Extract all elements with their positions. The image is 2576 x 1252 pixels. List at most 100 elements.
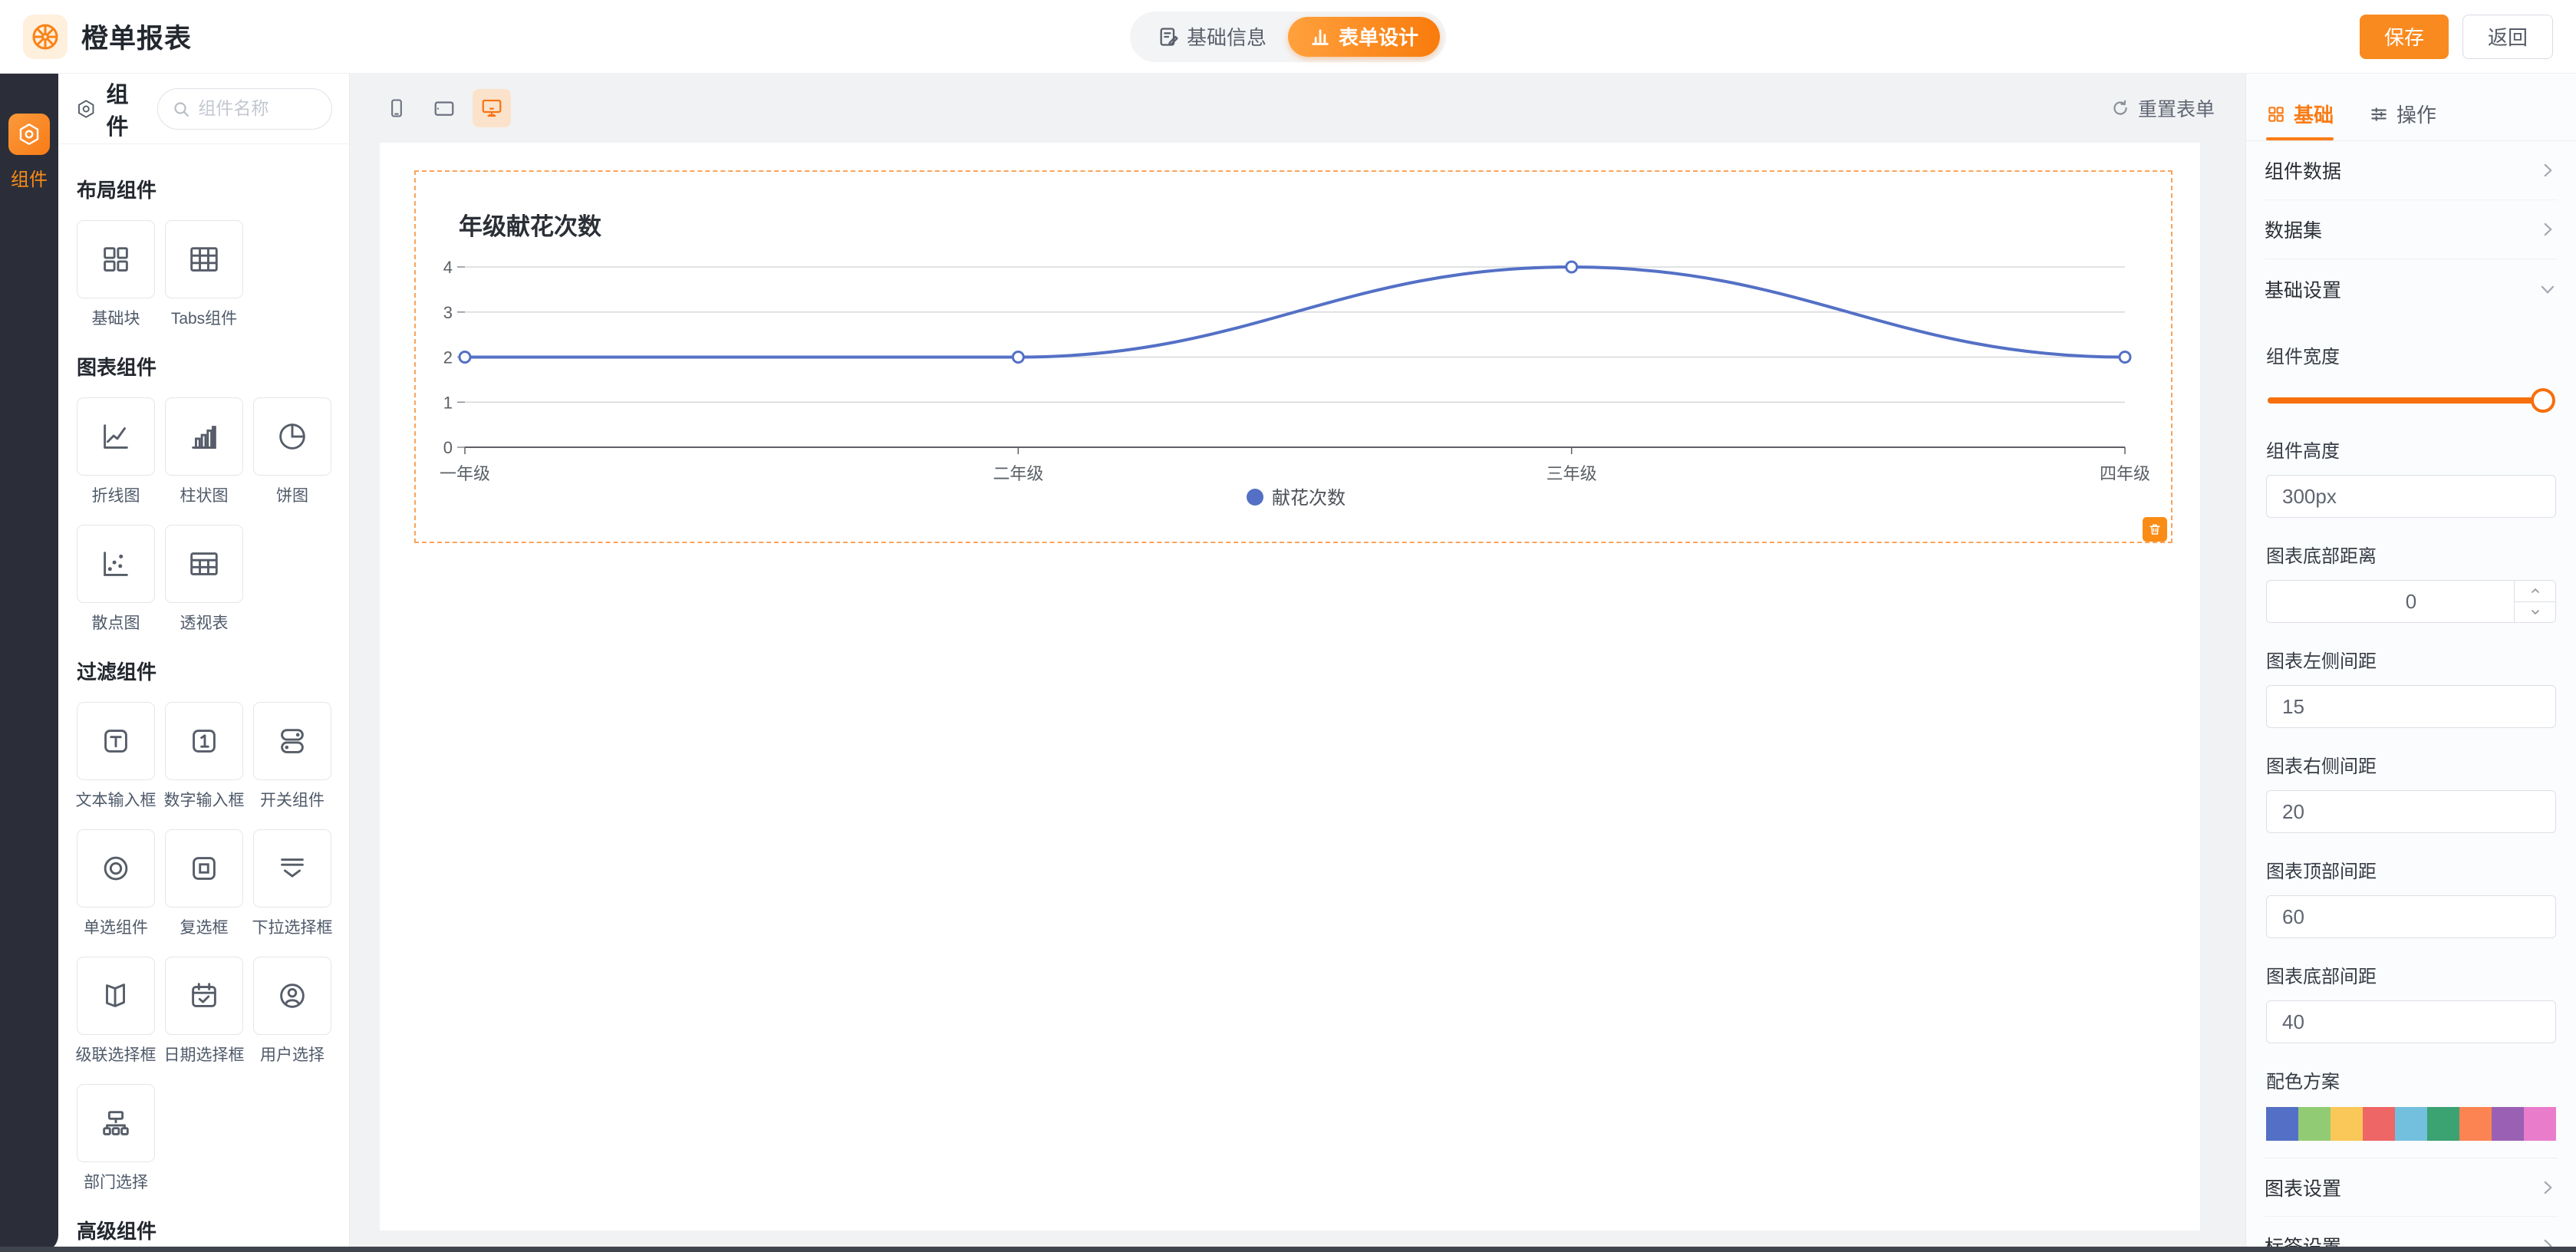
- table-grid-icon: [186, 242, 222, 277]
- component-scatter-chart[interactable]: 散点图: [77, 525, 155, 634]
- component-pie-chart[interactable]: 饼图: [253, 397, 331, 506]
- component-checkbox[interactable]: 复选框: [165, 829, 243, 938]
- line-chart-component-selected[interactable]: 年级献花次数01234一年级二年级三年级四年级献花次数: [414, 170, 2172, 543]
- chart-left-gap-input[interactable]: [2266, 685, 2556, 728]
- chart-bottom-gap-input[interactable]: [2266, 1000, 2556, 1043]
- component-search[interactable]: [157, 88, 332, 130]
- line-chart-icon: [98, 419, 133, 454]
- component-width-slider[interactable]: [2268, 388, 2555, 413]
- refresh-icon: [2110, 98, 2130, 118]
- device-phone-button[interactable]: [377, 89, 416, 127]
- tab-basic-info-label: 基础信息: [1187, 22, 1267, 51]
- svg-text:年级献花次数: 年级献花次数: [459, 213, 601, 240]
- bar-chart-icon: [1309, 26, 1331, 48]
- svg-text:献花次数: 献花次数: [1272, 488, 1346, 509]
- grid-icon: [2266, 104, 2286, 124]
- component-dept-select[interactable]: 部门选择: [77, 1084, 155, 1193]
- row-basic-settings[interactable]: 基础设置: [2265, 259, 2558, 318]
- component-tabs[interactable]: Tabs组件: [165, 220, 243, 329]
- save-button[interactable]: 保存: [2360, 15, 2449, 59]
- component-height-input[interactable]: [2266, 475, 2556, 518]
- chevron-right-icon: [2538, 160, 2558, 180]
- header-tab-group: 基础信息 表单设计: [1130, 12, 1446, 62]
- app-window: 橙单报表 基础信息 表单设计 保存 返回: [0, 0, 2576, 1252]
- component-line-chart[interactable]: 折线图: [77, 397, 155, 506]
- orange-logo-icon: [30, 21, 61, 52]
- component-number-input[interactable]: 数字输入框: [165, 702, 243, 811]
- sidebar-title: 组件: [106, 77, 148, 141]
- chart-top-gap-input[interactable]: [2266, 895, 2556, 938]
- pivot-table-icon: [186, 546, 222, 582]
- stepper-down-button[interactable]: [2515, 601, 2555, 623]
- section-title-advanced: 高级组件: [77, 1216, 331, 1244]
- svg-text:2: 2: [443, 348, 453, 367]
- chevron-down-icon: [2529, 606, 2541, 618]
- row-component-data[interactable]: 组件数据: [2265, 141, 2558, 200]
- width-label: 组件宽度: [2266, 341, 2556, 368]
- component-text-input[interactable]: 文本输入框: [77, 702, 155, 811]
- sidebar-header: 组件: [58, 74, 349, 144]
- palette-swatch: [2298, 1107, 2331, 1141]
- search-icon: [172, 100, 190, 118]
- cascader-icon: [98, 978, 133, 1013]
- palette-swatch: [2427, 1107, 2459, 1141]
- component-bar-chart[interactable]: 柱状图: [165, 397, 243, 506]
- palette-swatch: [2395, 1107, 2427, 1141]
- back-button[interactable]: 返回: [2462, 15, 2553, 59]
- chart-bottom-distance-input[interactable]: [2266, 580, 2556, 623]
- device-desktop-button[interactable]: [473, 89, 511, 127]
- palette-swatch: [2363, 1107, 2395, 1141]
- component-user-select[interactable]: 用户选择: [253, 957, 331, 1066]
- svg-text:3: 3: [443, 303, 453, 322]
- component-switch[interactable]: 开关组件: [253, 702, 331, 811]
- text-input-icon: [98, 723, 133, 759]
- tab-form-design[interactable]: 表单设计: [1288, 17, 1440, 57]
- design-canvas: 重置表单 年级献花次数01234一年级二年级三年级四年级献花次数: [350, 74, 2245, 1252]
- row-chart-settings[interactable]: 图表设置: [2265, 1158, 2558, 1217]
- document-edit-icon: [1158, 26, 1179, 48]
- properties-panel: 基础 操作 组件数据 数据集 基础设置 组件宽度: [2245, 74, 2576, 1252]
- palette-swatch: [2492, 1107, 2524, 1141]
- component-hexagon-icon: [75, 97, 97, 120]
- chart-bottom-distance-label: 图表底部距离: [2266, 541, 2556, 568]
- tab-basic[interactable]: 基础: [2266, 100, 2334, 140]
- form-page[interactable]: 年级献花次数01234一年级二年级三年级四年级献花次数: [380, 143, 2200, 1231]
- chart-left-gap-label: 图表左侧间距: [2266, 646, 2556, 673]
- tablet-icon: [433, 97, 456, 120]
- header-actions: 保存 返回: [2360, 15, 2553, 59]
- tab-action[interactable]: 操作: [2369, 100, 2436, 140]
- line-chart: 年级献花次数01234一年级二年级三年级四年级献花次数: [416, 172, 2171, 542]
- slider-handle[interactable]: [2531, 388, 2555, 413]
- chart-right-gap-input[interactable]: [2266, 790, 2556, 833]
- svg-text:二年级: 二年级: [993, 464, 1043, 483]
- user-select-icon: [275, 978, 310, 1013]
- checkbox-icon: [186, 851, 222, 886]
- color-scheme-swatches[interactable]: [2266, 1107, 2556, 1141]
- component-pivot-table[interactable]: 透视表: [165, 525, 243, 634]
- canvas-toolbar: 重置表单: [377, 84, 2215, 132]
- bar-chart-icon: [186, 419, 222, 454]
- chevron-right-icon: [2538, 219, 2558, 239]
- horizontal-scrollbar[interactable]: [0, 1247, 2576, 1252]
- svg-text:1: 1: [443, 393, 453, 412]
- phone-icon: [386, 97, 407, 119]
- reset-form-button[interactable]: 重置表单: [2110, 94, 2215, 122]
- search-input[interactable]: [198, 98, 313, 119]
- palette-swatch: [2266, 1107, 2298, 1141]
- stepper-up-button[interactable]: [2515, 581, 2555, 601]
- svg-text:四年级: 四年级: [2100, 464, 2150, 483]
- row-dataset[interactable]: 数据集: [2265, 200, 2558, 259]
- component-cascader[interactable]: 级联选择框: [77, 957, 155, 1066]
- rail-item-components[interactable]: 组件: [8, 114, 50, 191]
- tab-form-design-label: 表单设计: [1339, 22, 1418, 51]
- component-select[interactable]: 下拉选择框: [253, 829, 331, 938]
- tab-basic-info[interactable]: 基础信息: [1136, 17, 1288, 57]
- components-hexagon-icon: [8, 114, 50, 155]
- number-input-icon: [186, 723, 222, 759]
- component-basic-block[interactable]: 基础块: [77, 220, 155, 329]
- component-date-picker[interactable]: 日期选择框: [165, 957, 243, 1066]
- palette-swatch: [2524, 1107, 2556, 1141]
- component-radio[interactable]: 单选组件: [77, 829, 155, 938]
- delete-component-button[interactable]: [2143, 517, 2167, 542]
- device-tablet-button[interactable]: [425, 89, 463, 127]
